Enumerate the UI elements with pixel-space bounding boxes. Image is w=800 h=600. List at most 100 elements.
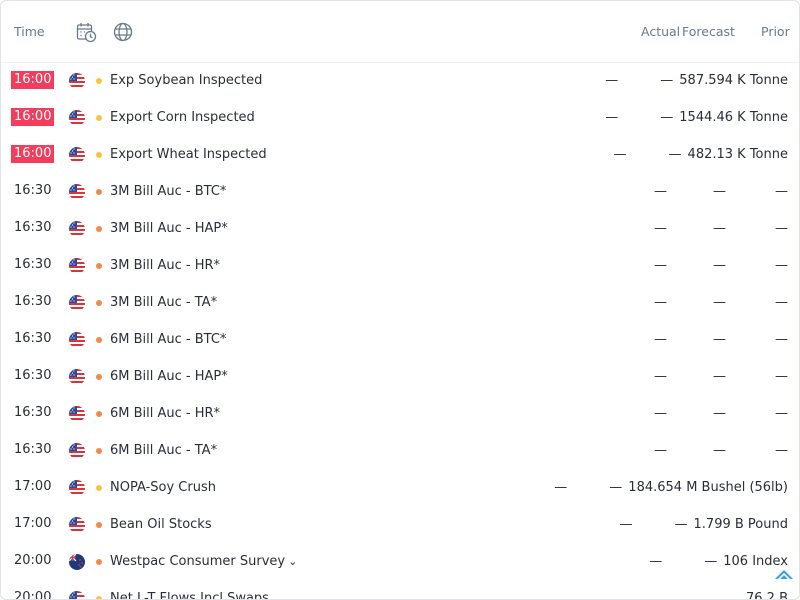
actual-value: — [554, 480, 568, 495]
event-row[interactable]: 16:30 3M Bill Auc - TA* — — — [1, 285, 799, 322]
event-row[interactable]: 17:00 NOPA-Soy Crush — — 184.654 M Bushel (5… [1, 470, 799, 507]
actual-value: — [654, 369, 667, 384]
event-time: 16:00 [11, 108, 55, 126]
scroll-to-top-icon[interactable] [774, 567, 794, 583]
us-flag-icon [69, 147, 85, 163]
event-name[interactable]: 6M Bill Auc - HAP* [110, 369, 228, 384]
importance-dot-icon [96, 115, 102, 121]
chevron-down-icon[interactable]: ⌄ [288, 555, 297, 568]
prior-value: 482.13 K Tonne [687, 147, 788, 162]
event-time: 16:30 [14, 183, 52, 198]
event-name[interactable]: 3M Bill Auc - TA* [110, 295, 217, 310]
event-row[interactable]: 20:00 Westpac Consumer Survey ⌄ — —106 Index [1, 544, 799, 581]
time-column-header[interactable]: Time [14, 24, 45, 39]
us-flag-icon [69, 73, 85, 89]
us-flag-icon [69, 591, 85, 599]
event-time: 17:00 [14, 516, 52, 531]
us-flag-icon [69, 443, 85, 459]
importance-dot-icon [96, 448, 102, 454]
event-time: 16:30 [14, 405, 52, 420]
event-name[interactable]: 6M Bill Auc - HR* [110, 406, 220, 421]
forecast-value: — [713, 258, 726, 273]
importance-dot-icon [96, 559, 102, 565]
us-flag-icon [69, 258, 85, 274]
event-name[interactable]: Bean Oil Stocks [110, 517, 212, 532]
actual-value: — [654, 406, 667, 421]
event-time: 16:30 [14, 442, 52, 457]
event-name[interactable]: Export Corn Inspected [110, 110, 255, 125]
importance-dot-icon [96, 411, 102, 417]
forecast-value: — [609, 480, 623, 495]
event-name[interactable]: NOPA-Soy Crush [110, 480, 216, 495]
forecast-column-header: Forecast [682, 24, 735, 39]
event-row[interactable]: 16:00 Export Wheat Inspected — — 482.13 K To… [1, 137, 799, 174]
forecast-value: — [713, 406, 726, 421]
event-values: — — 1544.46 K Tonne [605, 110, 788, 125]
event-name[interactable]: Export Wheat Inspected [110, 147, 267, 162]
event-row[interactable]: 16:30 6M Bill Auc - BTC* — — — [1, 322, 799, 359]
importance-dot-icon [96, 78, 102, 84]
event-row[interactable]: 16:30 6M Bill Auc - HAP* — — — [1, 359, 799, 396]
event-name[interactable]: 3M Bill Auc - HAP* [110, 221, 228, 236]
event-name[interactable]: 6M Bill Auc - BTC* [110, 332, 226, 347]
economic-calendar-panel: Time Actual Forecast Prior 16:00 Exp Soy… [0, 0, 800, 600]
event-row[interactable]: 16:30 6M Bill Auc - HR* — — — [1, 396, 799, 433]
prior-value: — [775, 406, 788, 421]
actual-value: — [654, 184, 667, 199]
event-values: — — — [654, 221, 788, 236]
event-values: — —106 Index [649, 554, 788, 569]
actual-value: — [654, 443, 667, 458]
actual-value: — [654, 258, 667, 273]
event-time: 20:00 [14, 590, 52, 600]
event-row[interactable]: 16:30 3M Bill Auc - HAP* — — — [1, 211, 799, 248]
prior-value: — [775, 184, 788, 199]
importance-dot-icon [96, 596, 102, 599]
event-values: — — — [654, 406, 788, 421]
us-flag-icon [69, 517, 85, 533]
importance-dot-icon [96, 263, 102, 269]
prior-value: 1.799 B Pound [693, 517, 788, 532]
event-time: 17:00 [14, 479, 52, 494]
prior-column-header: Prior [761, 24, 790, 39]
prior-value: 184.654 M Bushel (56lb) [628, 480, 788, 495]
event-values: — — — [654, 332, 788, 347]
event-row[interactable]: 16:30 3M Bill Auc - BTC* — — — [1, 174, 799, 211]
calendar-clock-icon[interactable] [75, 21, 97, 43]
actual-value: — [605, 110, 619, 125]
actual-column-header: Actual [641, 24, 681, 39]
importance-dot-icon [96, 522, 102, 528]
importance-dot-icon [96, 152, 102, 158]
event-name[interactable]: Net L-T Flows Incl Swaps [110, 591, 269, 599]
us-flag-icon [69, 369, 85, 385]
us-flag-icon [69, 221, 85, 237]
us-flag-icon [69, 110, 85, 126]
event-time: 16:30 [14, 294, 52, 309]
event-values: — — — [654, 184, 788, 199]
us-flag-icon [69, 406, 85, 422]
us-flag-icon [69, 295, 85, 311]
event-time: 20:00 [14, 553, 52, 568]
event-name[interactable]: 3M Bill Auc - HR* [110, 258, 220, 273]
prior-value: — [775, 443, 788, 458]
event-name[interactable]: Exp Soybean Inspected [110, 73, 262, 88]
globe-icon[interactable] [112, 21, 134, 43]
event-row[interactable]: 16:00 Export Corn Inspected — — 1544.46 K To… [1, 100, 799, 137]
event-row[interactable]: 16:30 6M Bill Auc - TA* — — — [1, 433, 799, 470]
actual-value: — [613, 147, 627, 162]
event-row[interactable]: 20:00 Net L-T Flows Incl Swaps 76.2 B [1, 581, 799, 600]
event-name[interactable]: 6M Bill Auc - TA* [110, 443, 217, 458]
event-name[interactable]: 3M Bill Auc - BTC* [110, 184, 226, 199]
us-flag-icon [69, 184, 85, 200]
importance-dot-icon [96, 300, 102, 306]
calendar-header: Time Actual Forecast Prior [1, 1, 799, 63]
actual-value: — [654, 221, 667, 236]
event-values: — — — [654, 295, 788, 310]
event-values: — — 482.13 K Tonne [614, 147, 788, 162]
event-row[interactable]: 16:00 Exp Soybean Inspected — — 587.594 K To… [1, 63, 799, 100]
actual-value: — [605, 73, 619, 88]
forecast-value: — [713, 221, 726, 236]
event-row[interactable]: 16:30 3M Bill Auc - HR* — — — [1, 248, 799, 285]
event-row[interactable]: 17:00 Bean Oil Stocks — — 1.799 B Pound [1, 507, 799, 544]
event-name[interactable]: Westpac Consumer Survey ⌄ [110, 554, 297, 569]
event-values: — — — [654, 369, 788, 384]
